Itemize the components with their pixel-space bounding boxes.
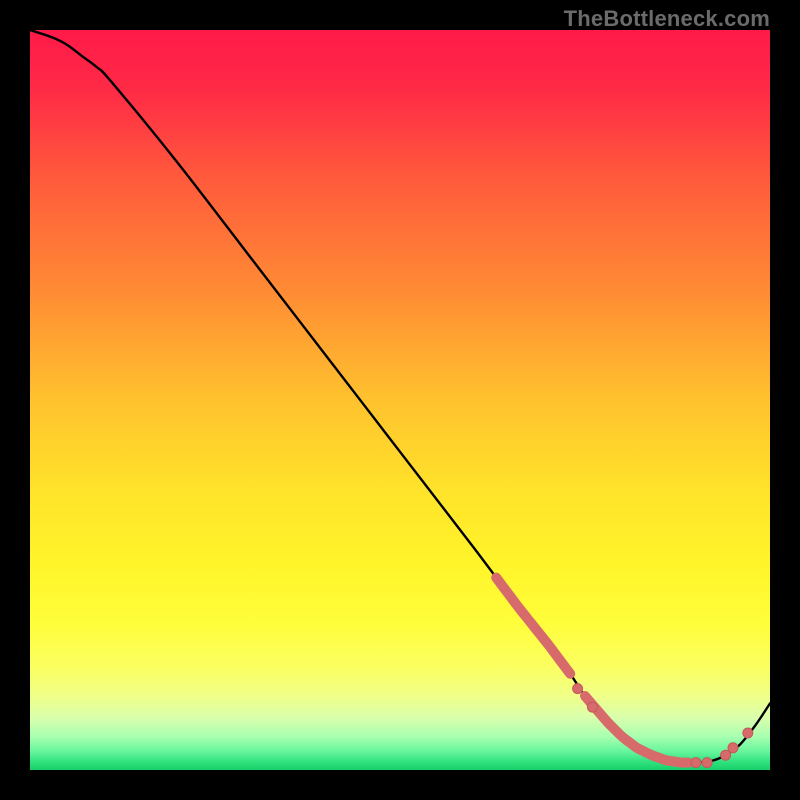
data-point — [587, 702, 597, 712]
data-point — [721, 750, 731, 760]
highlight-segments — [496, 578, 688, 763]
highlight-segment — [496, 578, 570, 674]
data-point — [743, 728, 753, 738]
curve-layer — [30, 30, 770, 770]
highlight-segment — [585, 696, 689, 763]
bottleneck-curve — [30, 30, 770, 763]
data-point — [691, 758, 701, 768]
watermark-text: TheBottleneck.com — [564, 6, 770, 32]
chart-stage: TheBottleneck.com — [0, 0, 800, 800]
data-point — [702, 758, 712, 768]
data-point — [573, 684, 583, 694]
data-point — [728, 743, 738, 753]
plot-frame — [30, 30, 770, 770]
